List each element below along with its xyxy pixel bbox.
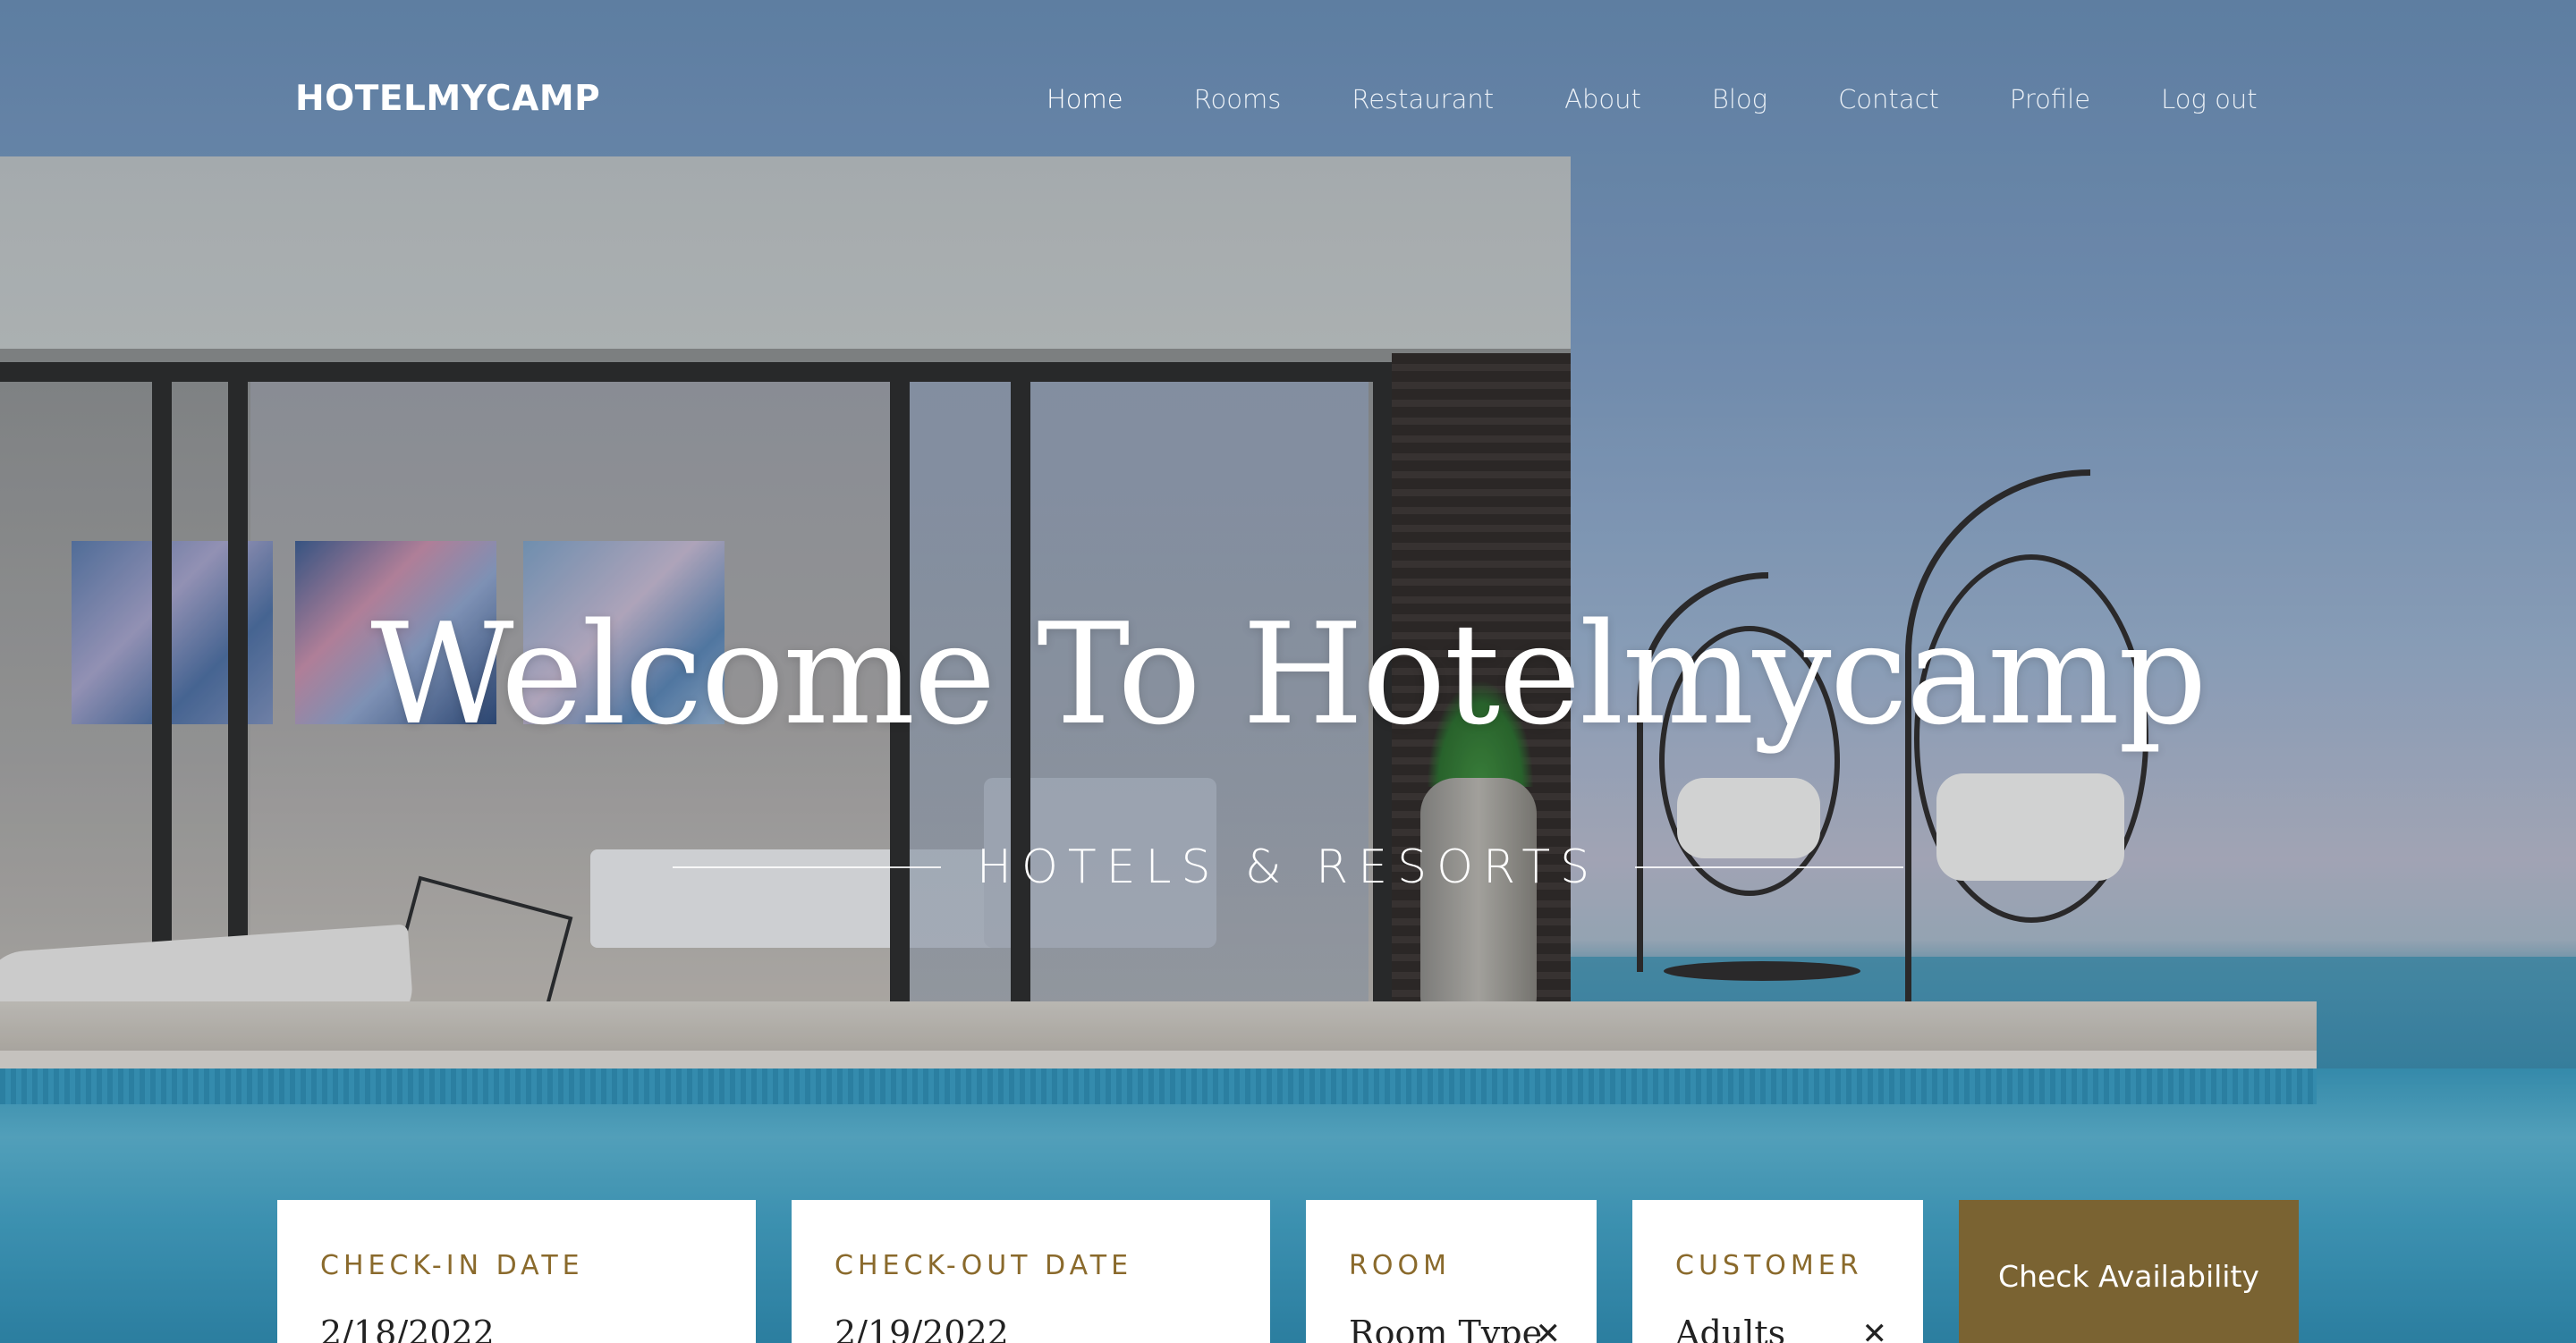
nav-home[interactable]: Home [1046,84,1123,114]
checkout-label: CHECK-OUT DATE [835,1250,1133,1281]
checkin-label: CHECK-IN DATE [320,1250,584,1281]
hero-subtitle: HOTELS & RESORTS [976,840,1600,894]
nav-logout[interactable]: Log out [2161,84,2258,114]
checkout-field[interactable]: CHECK-OUT DATE 2/19/2022 [792,1200,1270,1343]
room-type-select[interactable]: Room Type [1349,1313,1555,1343]
check-availability-button[interactable]: Check Availability [1959,1200,2299,1343]
room-field[interactable]: ROOM Room Type ✕ [1306,1200,1597,1343]
page: HOTELMYCAMP Home Rooms Restaurant About … [0,0,2576,1343]
hero-subtitle-row: HOTELS & RESORTS [0,840,2576,894]
subtitle-divider-left [672,866,941,868]
customer-label: CUSTOMER [1675,1250,1863,1281]
nav-rooms[interactable]: Rooms [1194,84,1282,114]
hero-title: Welcome To Hotelmycamp [370,593,2207,756]
room-label: ROOM [1349,1250,1451,1281]
customer-field[interactable]: CUSTOMER Adults ✕ [1632,1200,1923,1343]
nav-restaurant[interactable]: Restaurant [1352,84,1494,114]
checkin-input[interactable]: 2/18/2022 [320,1313,756,1343]
room-clear-icon[interactable]: ✕ [1536,1316,1562,1343]
customer-clear-icon[interactable]: ✕ [1862,1316,1888,1343]
site-logo[interactable]: HOTELMYCAMP [295,79,600,119]
checkout-input[interactable]: 2/19/2022 [835,1313,1270,1343]
checkin-field[interactable]: CHECK-IN DATE 2/18/2022 [277,1200,756,1343]
nav-about[interactable]: About [1564,84,1641,114]
nav-profile[interactable]: Profile [2010,84,2090,114]
nav-contact[interactable]: Contact [1838,84,1939,114]
main-nav: Home Rooms Restaurant About Blog Contact… [1046,84,2258,114]
nav-blog[interactable]: Blog [1712,84,1767,114]
subtitle-divider-right [1635,866,1904,868]
